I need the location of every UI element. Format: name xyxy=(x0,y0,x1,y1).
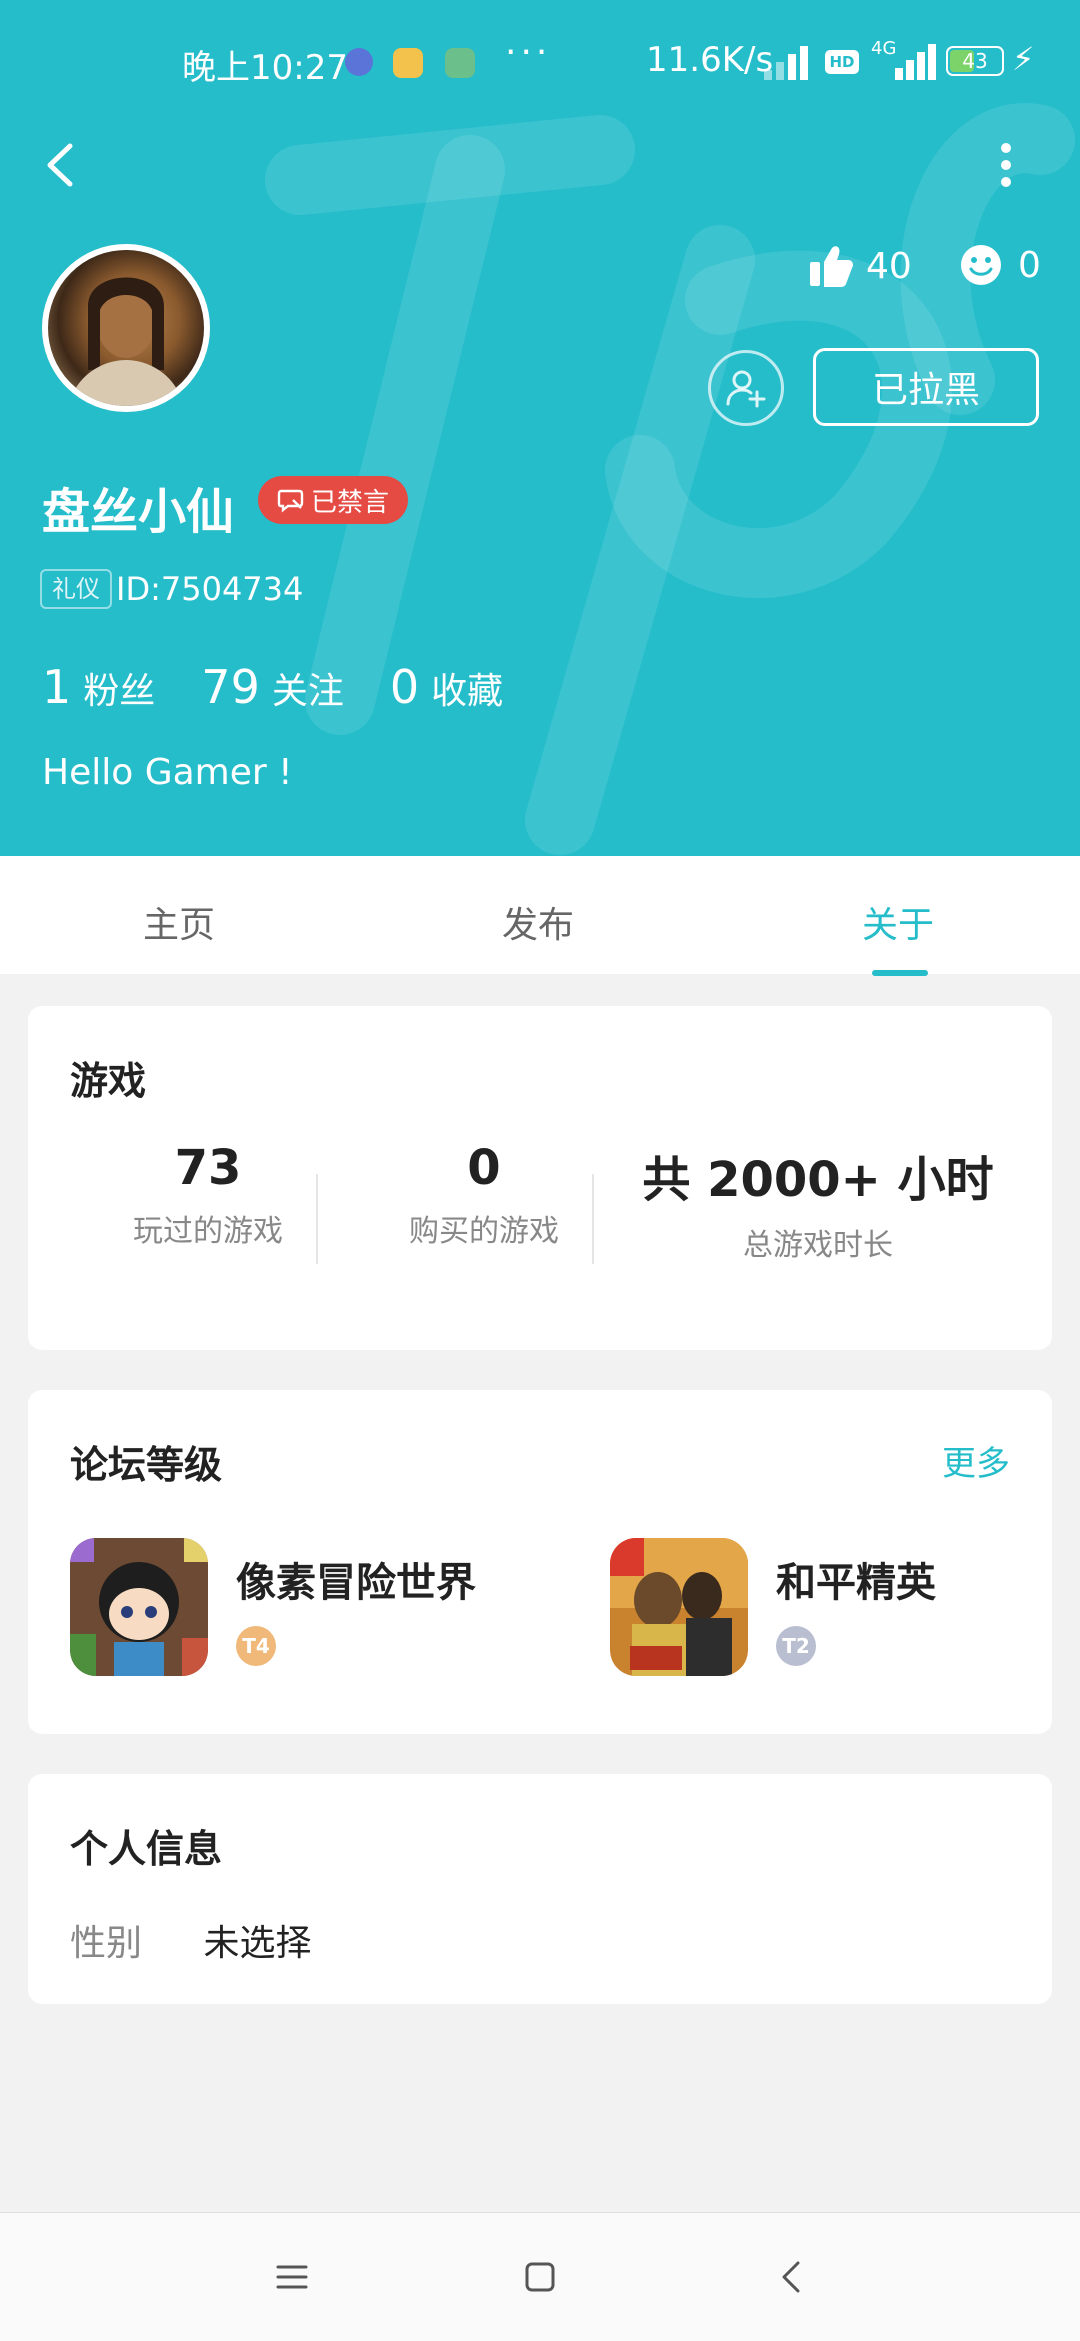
home-icon[interactable] xyxy=(516,2253,564,2301)
forum-game-name: 像素冒险世界 xyxy=(236,1560,476,1606)
likes-value: 40 xyxy=(866,245,912,287)
profile-tabs: 主页 发布 关于 xyxy=(0,856,1080,974)
avatar-image xyxy=(68,277,184,406)
reactions-count[interactable]: 0 xyxy=(960,244,1041,286)
forum-level-title: 论坛等级 xyxy=(70,1443,223,1487)
followers-count[interactable]: 1 xyxy=(42,660,71,714)
played-games-stat[interactable]: 73 玩过的游戏 xyxy=(68,1140,348,1250)
smiles-value: 0 xyxy=(1018,244,1041,286)
played-games-label: 玩过的游戏 xyxy=(133,1214,283,1249)
user-id: ID:7504734 xyxy=(116,570,304,608)
personal-info-card: 个人信息 性别 未选择 xyxy=(28,1774,1052,2004)
following-label[interactable]: 关注 xyxy=(272,662,344,714)
system-nav-bar xyxy=(0,2212,1080,2341)
peace-elite-game-icon xyxy=(610,1538,748,1676)
played-games-value: 73 xyxy=(174,1140,242,1196)
more-link[interactable]: 更多 xyxy=(942,1436,1010,1485)
muted-badge: 已禁言 xyxy=(258,476,408,524)
back-icon[interactable] xyxy=(768,2253,816,2301)
pixel-world-game-icon xyxy=(70,1538,208,1676)
bio: Hello Gamer ! xyxy=(42,752,293,793)
notification-icon xyxy=(345,48,373,76)
level-badge: T2 xyxy=(776,1626,816,1666)
smile-icon xyxy=(961,245,1001,285)
playtime-value: 共 2000+ 小时 xyxy=(642,1152,994,1208)
blocked-button[interactable]: 已拉黑 xyxy=(813,348,1039,426)
active-tab-indicator xyxy=(872,970,928,976)
muted-chat-icon xyxy=(277,489,304,513)
personal-info-title: 个人信息 xyxy=(70,1827,223,1871)
add-user-icon xyxy=(726,370,766,408)
tab-about[interactable]: 关于 xyxy=(862,896,934,948)
avatar[interactable] xyxy=(42,244,210,412)
following-count[interactable]: 79 xyxy=(201,660,260,714)
level-badge: T4 xyxy=(236,1626,276,1666)
notification-icon xyxy=(393,48,423,78)
playtime-stat[interactable]: 共 2000+ 小时 总游戏时长 xyxy=(628,1140,1008,1264)
add-friend-button[interactable] xyxy=(708,350,784,426)
forum-game-item[interactable]: 像素冒险世界 T4 xyxy=(70,1538,510,1678)
taptap-watermark xyxy=(265,103,1075,855)
forum-level-card: 论坛等级 更多 像素冒险世界 T4 和平精英 T2 xyxy=(28,1390,1052,1734)
purchased-games-label: 购买的游戏 xyxy=(409,1214,559,1249)
status-bar: 晚上10:27 ··· 11.6K/s HD 4G 43 ⚡ xyxy=(0,30,1080,94)
gender-value: 未选择 xyxy=(203,1923,312,1964)
forum-game-name: 和平精英 xyxy=(776,1560,936,1606)
likes-count[interactable]: 40 xyxy=(808,244,912,288)
profile-stats: 1 粉丝 79 关注 0 收藏 xyxy=(42,660,549,714)
tab-home[interactable]: 主页 xyxy=(143,896,215,948)
gender-row: 性别 未选择 xyxy=(70,1914,311,1966)
games-card: 游戏 73 玩过的游戏 0 购买的游戏 共 2000+ 小时 总游戏时长 xyxy=(28,1006,1052,1350)
menu-icon[interactable] xyxy=(268,2253,316,2301)
bolt-icon: ⚡ xyxy=(1012,40,1035,78)
gender-label: 性别 xyxy=(70,1923,143,1964)
games-card-title: 游戏 xyxy=(70,1059,147,1103)
signal-icon xyxy=(895,44,936,80)
username: 盘丝小仙 xyxy=(42,484,235,540)
notification-icon xyxy=(445,48,475,78)
etiquette-tag[interactable]: 礼仪 xyxy=(40,569,112,609)
favorites-count[interactable]: 0 xyxy=(390,660,419,714)
divider xyxy=(316,1174,318,1264)
tab-posts[interactable]: 发布 xyxy=(502,896,574,948)
more-notifications: ··· xyxy=(505,32,552,73)
purchased-games-value: 0 xyxy=(467,1140,501,1196)
favorites-label[interactable]: 收藏 xyxy=(431,662,503,714)
signal-icon xyxy=(764,46,808,80)
battery-icon: 43 xyxy=(946,46,1004,76)
purchased-games-stat[interactable]: 0 购买的游戏 xyxy=(344,1140,624,1250)
profile-header: 晚上10:27 ··· 11.6K/s HD 4G 43 ⚡ 40 0 已拉黑 … xyxy=(0,0,1080,856)
playtime-label: 总游戏时长 xyxy=(743,1228,893,1263)
hd-icon: HD xyxy=(825,50,859,74)
net-speed: 11.6K/s xyxy=(646,40,774,80)
more-menu-button[interactable] xyxy=(986,140,1026,190)
followers-label[interactable]: 粉丝 xyxy=(83,662,155,714)
forum-game-item[interactable]: 和平精英 T2 xyxy=(610,1538,1030,1678)
muted-badge-label: 已禁言 xyxy=(310,487,389,518)
thumbs-up-icon xyxy=(810,246,853,287)
back-button[interactable] xyxy=(40,140,84,190)
divider xyxy=(592,1174,594,1264)
status-time: 晚上10:27 xyxy=(182,48,348,88)
